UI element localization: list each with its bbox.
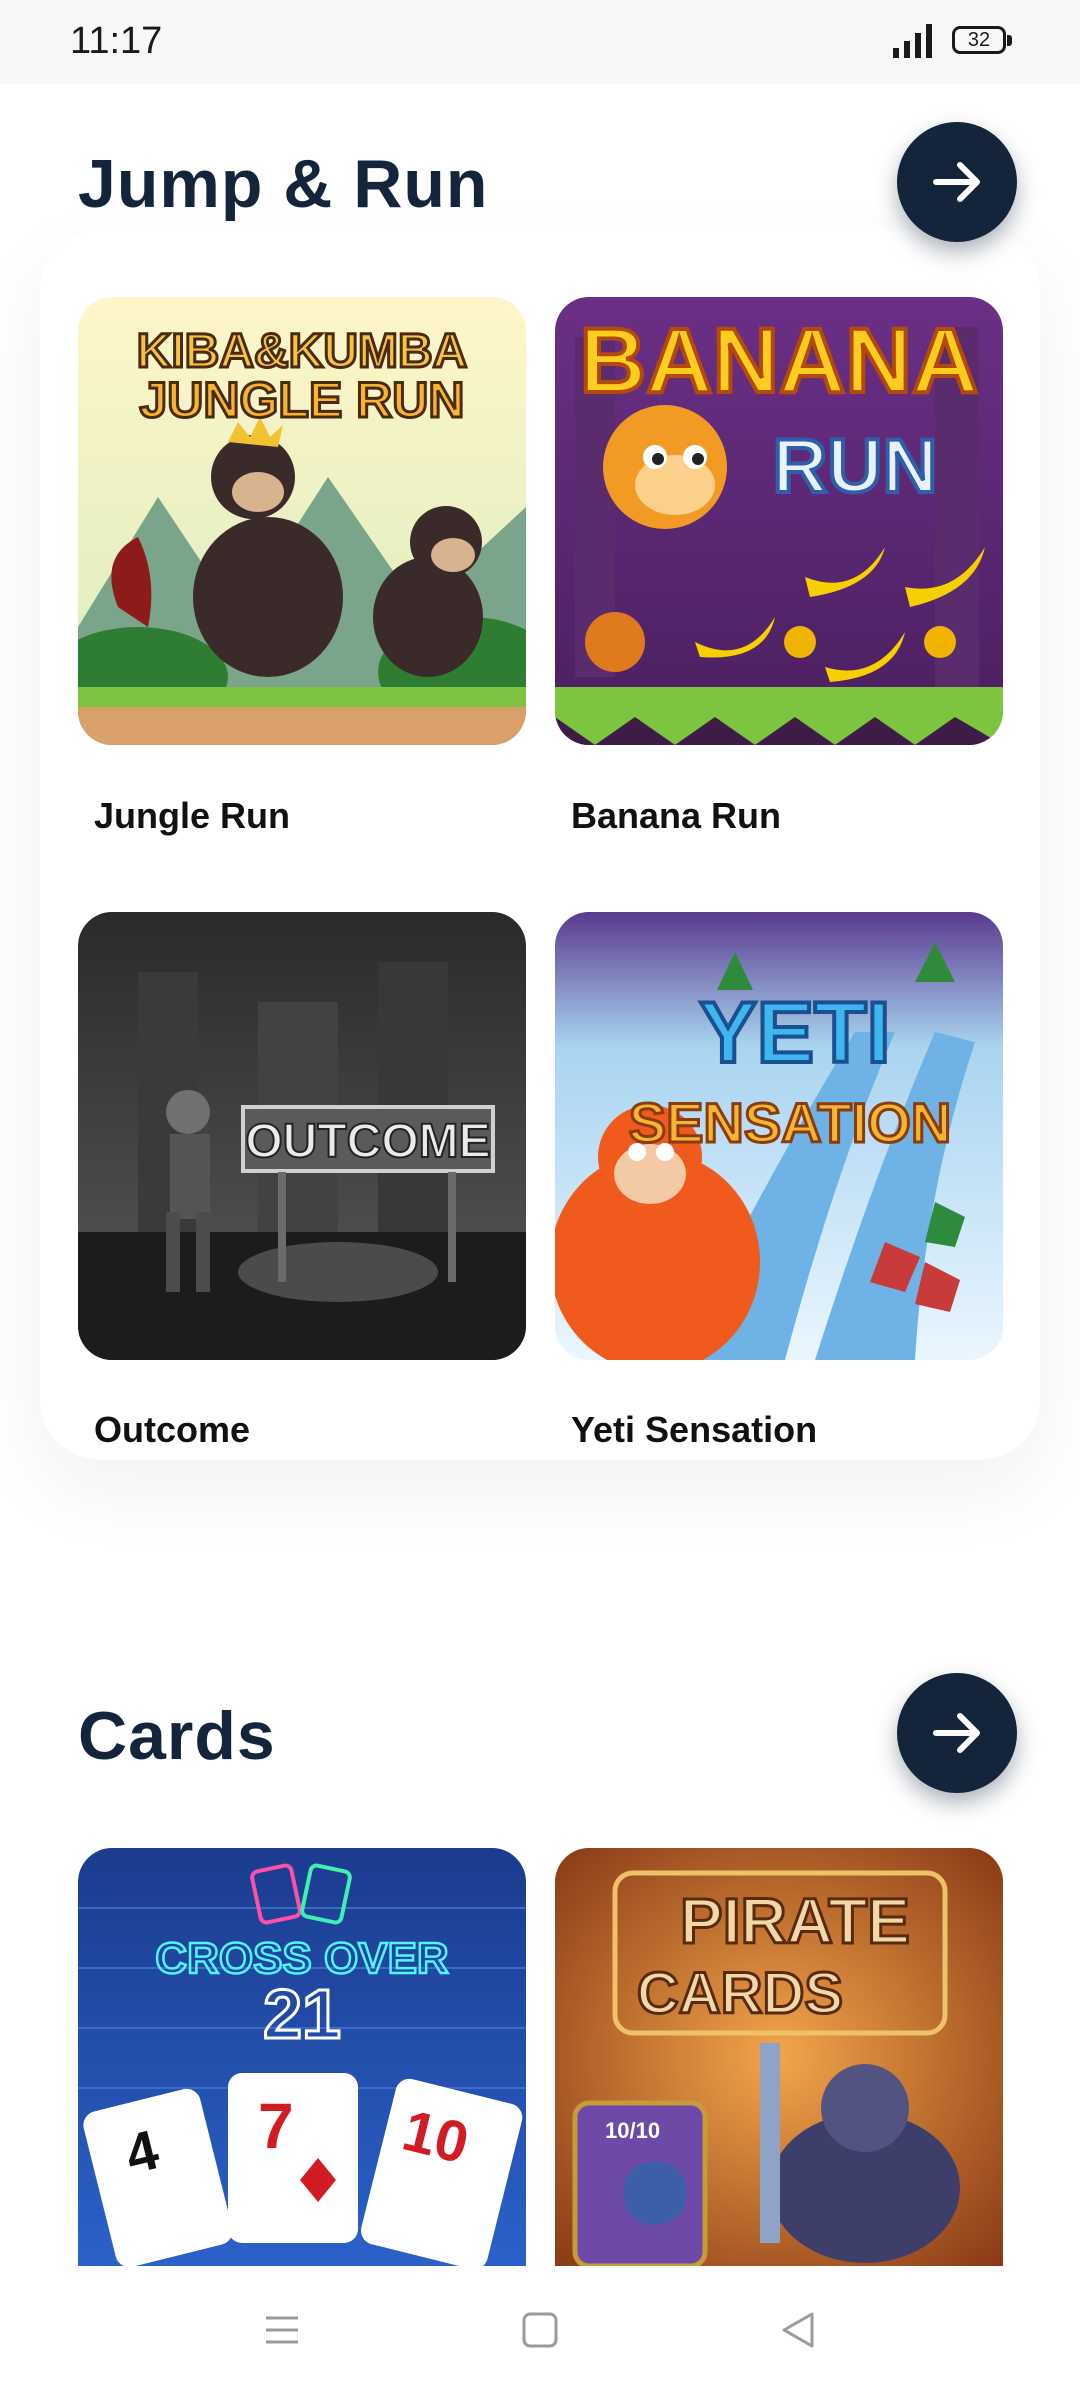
banana-run-thumbnail: BANANA RUN xyxy=(555,297,1003,745)
status-time: 11:17 xyxy=(70,20,163,62)
arrow-right-icon xyxy=(933,1713,980,1753)
section-title-jump-run: Jump & Run xyxy=(78,146,489,222)
banana-run-art-line2: RUN xyxy=(773,424,938,509)
game-card-yeti-sensation[interactable]: YETI SENSATION xyxy=(555,912,1003,1360)
outcome-art-text: OUTCOME xyxy=(245,1115,490,1168)
crossover-21-thumbnail: CROSS OVER 21 4 7 10 xyxy=(78,1848,526,2266)
back-triangle-icon[interactable] xyxy=(778,2310,818,2350)
game-title-banana-run[interactable]: Banana Run xyxy=(571,795,781,837)
game-card-outcome[interactable]: OUTCOME xyxy=(78,912,526,1360)
game-card-crossover-21[interactable]: CROSS OVER 21 4 7 10 xyxy=(78,1848,526,2266)
yeti-art-line1: YETI xyxy=(699,985,890,1081)
system-nav-bar xyxy=(0,2266,1080,2400)
outcome-thumbnail: OUTCOME xyxy=(78,912,526,1360)
home-square-icon[interactable] xyxy=(520,2310,560,2350)
game-title-yeti-sensation[interactable]: Yeti Sensation xyxy=(571,1409,817,1451)
status-bar: 11:17 32 xyxy=(0,0,1080,84)
game-card-banana-run[interactable]: BANANA RUN xyxy=(555,297,1003,745)
pirate-art-line2: CARDS xyxy=(637,1961,843,2026)
game-card-pirate-cards[interactable]: PIRATE CARDS 10/10 xyxy=(555,1848,1003,2266)
yeti-sensation-thumbnail: YETI SENSATION xyxy=(555,912,1003,1360)
crossover-card-7: 7 xyxy=(258,2090,294,2162)
menu-icon[interactable] xyxy=(262,2310,302,2350)
pirate-cards-thumbnail: PIRATE CARDS 10/10 xyxy=(555,1848,1003,2266)
battery-level: 32 xyxy=(967,29,991,51)
section-title-cards: Cards xyxy=(78,1698,276,1774)
game-card-jungle-run[interactable]: KIBA&KUMBA JUNGLE RUN xyxy=(78,297,526,745)
game-title-outcome[interactable]: Outcome xyxy=(94,1409,250,1451)
crossover-art-21: 21 xyxy=(263,1975,341,2053)
game-title-jungle-run[interactable]: Jungle Run xyxy=(94,795,290,837)
see-all-jump-run-button[interactable] xyxy=(897,122,1017,242)
signal-icon xyxy=(893,24,932,58)
see-all-cards-button[interactable] xyxy=(897,1673,1017,1793)
jungle-run-art-line2: JUNGLE RUN xyxy=(139,372,464,428)
battery-icon: 32 xyxy=(952,26,1012,54)
pirate-art-score: 10/10 xyxy=(605,2118,660,2143)
jungle-run-thumbnail: KIBA&KUMBA JUNGLE RUN xyxy=(78,297,526,745)
jungle-run-art-line1: KIBA&KUMBA xyxy=(137,325,468,378)
pirate-art-line1: PIRATE xyxy=(680,1885,910,1957)
banana-run-art-line1: BANANA xyxy=(580,310,979,412)
arrow-right-icon xyxy=(933,162,980,202)
yeti-art-line2: SENSATION xyxy=(629,1091,952,1154)
